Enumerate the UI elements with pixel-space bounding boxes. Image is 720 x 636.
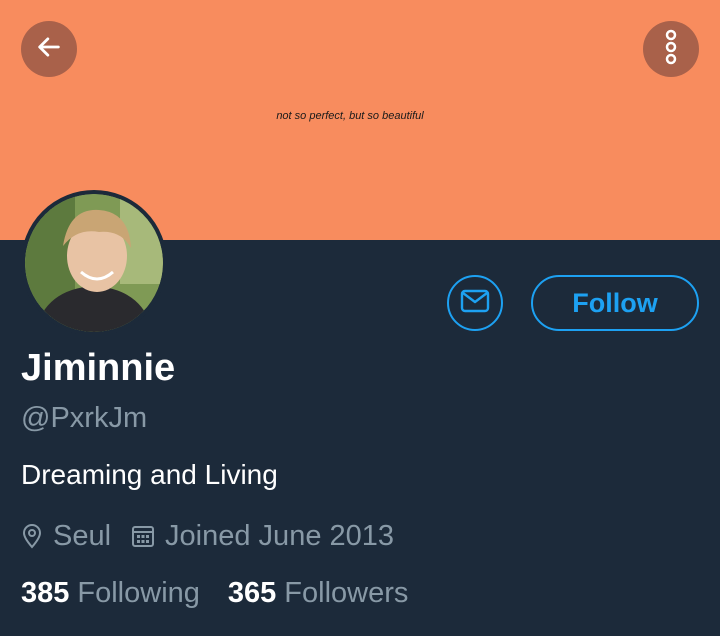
- joined-date-text: Joined June 2013: [165, 519, 395, 552]
- more-options-button[interactable]: [643, 21, 699, 77]
- bio-text: Dreaming and Living: [21, 459, 278, 490]
- location-pin-icon: [21, 523, 43, 549]
- avatar-photo: [25, 194, 163, 332]
- followers-link[interactable]: 365 Followers: [228, 577, 408, 610]
- followers-label: Followers: [284, 577, 409, 609]
- user-handle: @PxrkJm: [21, 402, 148, 434]
- following-label: Following: [77, 577, 200, 609]
- back-button[interactable]: [21, 21, 77, 77]
- arrow-left-icon: [35, 33, 63, 66]
- mail-icon: [460, 289, 490, 318]
- following-count: 385: [21, 577, 70, 609]
- location-text: Seul: [53, 519, 112, 552]
- followers-count: 365: [227, 577, 277, 609]
- more-vertical-icon: [661, 29, 681, 70]
- calendar-icon: [131, 524, 155, 548]
- profile-stats: 385 Following 365 Followers: [21, 577, 408, 610]
- follow-button[interactable]: Follow: [531, 275, 699, 331]
- banner-caption: not so perfect, but so beautiful: [276, 110, 424, 122]
- display-name: Jiminnie: [21, 347, 176, 389]
- following-link[interactable]: 385 Following: [21, 577, 200, 610]
- avatar[interactable]: [21, 190, 167, 336]
- profile-meta: Seul Joined June 2013: [21, 516, 394, 556]
- message-button[interactable]: [447, 275, 503, 331]
